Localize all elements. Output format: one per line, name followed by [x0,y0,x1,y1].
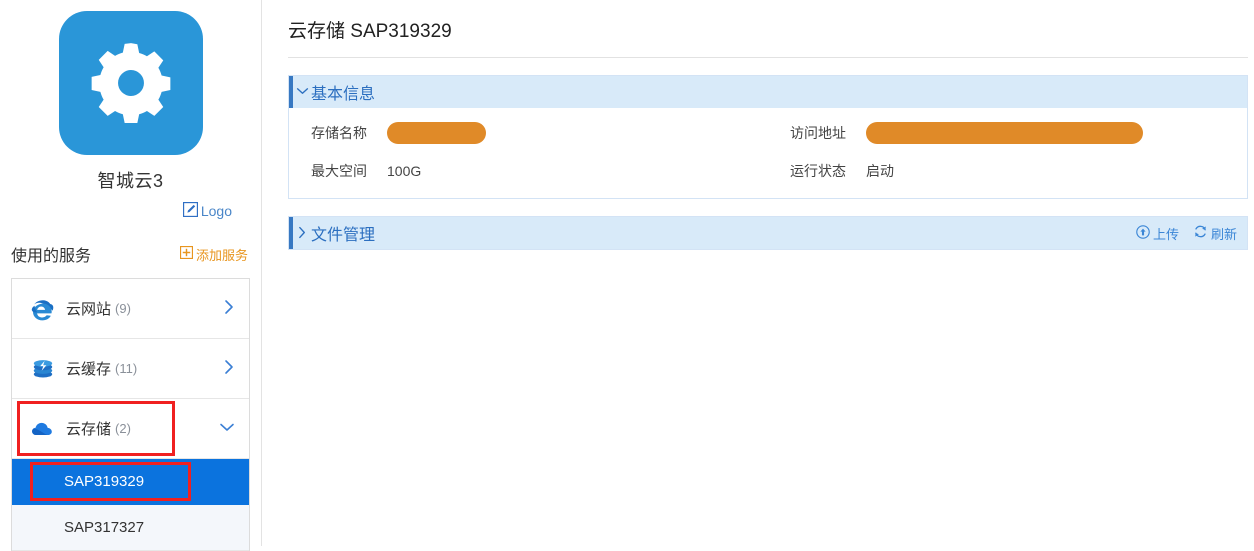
sidebar-subitem-label: SAP317327 [64,519,145,536]
refresh-icon [1193,224,1208,242]
sidebar-subitem-label: SAP319329 [64,473,145,490]
field-max-space: 最大空间 100G [289,158,768,184]
sidebar-item-cloud-website[interactable]: 云网站 (9) [12,279,249,339]
edit-logo-button[interactable]: Logo [182,201,232,220]
services-header: 使用的服务 添加服务 [0,242,261,266]
basic-info-panel: 基本信息 存储名称 访问地址 最大空间 100G 运行状态 启动 [288,75,1248,199]
logo-edit-row: Logo [0,201,261,220]
add-service-button[interactable]: 添加服务 [179,245,248,264]
refresh-label: 刷新 [1210,226,1237,242]
cloud-icon [30,416,56,442]
add-service-label: 添加服务 [195,247,248,263]
sidebar-item-label: 云存储 [66,421,112,438]
chevron-right-icon[interactable] [293,226,311,241]
chevron-down-icon[interactable] [219,421,235,436]
field-value: 100G [387,163,422,179]
basic-info-panel-header[interactable]: 基本信息 [289,76,1247,108]
basic-info-panel-body: 存储名称 访问地址 最大空间 100G 运行状态 启动 [289,108,1247,198]
file-management-panel-title: 文件管理 [311,227,376,244]
field-storage-name: 存储名称 [289,120,768,146]
chevron-right-icon[interactable] [224,299,235,318]
brand-block: 智城云3 Logo [0,0,261,220]
services-header-title: 使用的服务 [11,248,92,265]
plus-square-icon [179,245,193,262]
chevron-right-icon[interactable] [224,359,235,378]
field-label: 最大空间 [311,163,367,179]
sidebar-item-label: 云缓存 [66,361,112,378]
upload-button[interactable]: 上传 [1136,224,1179,243]
sidebar: 智城云3 Logo 使用的服务 添加服务 云网站 (9) 云缓存 (11) 云存… [0,0,262,551]
main-content: 云存储 SAP319329 基本信息 存储名称 访问地址 最大空间 100G 运… [262,0,1254,546]
sidebar-subitem-sap317327[interactable]: SAP317327 [12,505,249,551]
field-run-status: 运行状态 启动 [768,158,1247,184]
redacted-value [387,122,486,144]
file-management-actions: 上传 刷新 [1136,224,1237,243]
file-management-panel: 文件管理 上传 刷新 [288,216,1248,250]
sidebar-item-label: 云网站 [66,301,112,318]
internet-explorer-icon [30,296,56,322]
upload-label: 上传 [1152,226,1179,242]
field-access-address: 访问地址 [768,120,1247,146]
sidebar-item-count: (2) [115,421,131,436]
field-label: 运行状态 [790,163,846,179]
sidebar-item-cloud-storage[interactable]: 云存储 (2) [12,399,249,459]
upload-circle-icon [1136,224,1150,242]
edit-logo-label: Logo [200,203,232,219]
basic-info-fields: 存储名称 访问地址 最大空间 100G 运行状态 启动 [289,120,1247,184]
sidebar-item-count: (11) [115,361,138,376]
database-icon [30,356,56,382]
service-list: 云网站 (9) 云缓存 (11) 云存储 (2) SAP319329 SAP31… [11,278,250,551]
page-title: 云存储 SAP319329 [288,0,1248,58]
sidebar-item-cloud-cache[interactable]: 云缓存 (11) [12,339,249,399]
file-management-panel-header[interactable]: 文件管理 上传 刷新 [289,217,1247,249]
field-label: 访问地址 [790,125,846,141]
field-label: 存储名称 [311,125,367,141]
gear-icon [83,35,179,131]
edit-square-icon [182,201,198,220]
basic-info-panel-title: 基本信息 [311,86,376,103]
refresh-button[interactable]: 刷新 [1193,224,1237,243]
chevron-down-icon[interactable] [293,86,311,98]
sidebar-subitem-sap319329[interactable]: SAP319329 [12,459,249,505]
sidebar-item-count: (9) [115,301,131,316]
brand-name: 智城云3 [97,171,164,191]
field-value: 启动 [866,163,894,179]
redacted-value [866,122,1143,144]
app-logo [58,11,203,155]
